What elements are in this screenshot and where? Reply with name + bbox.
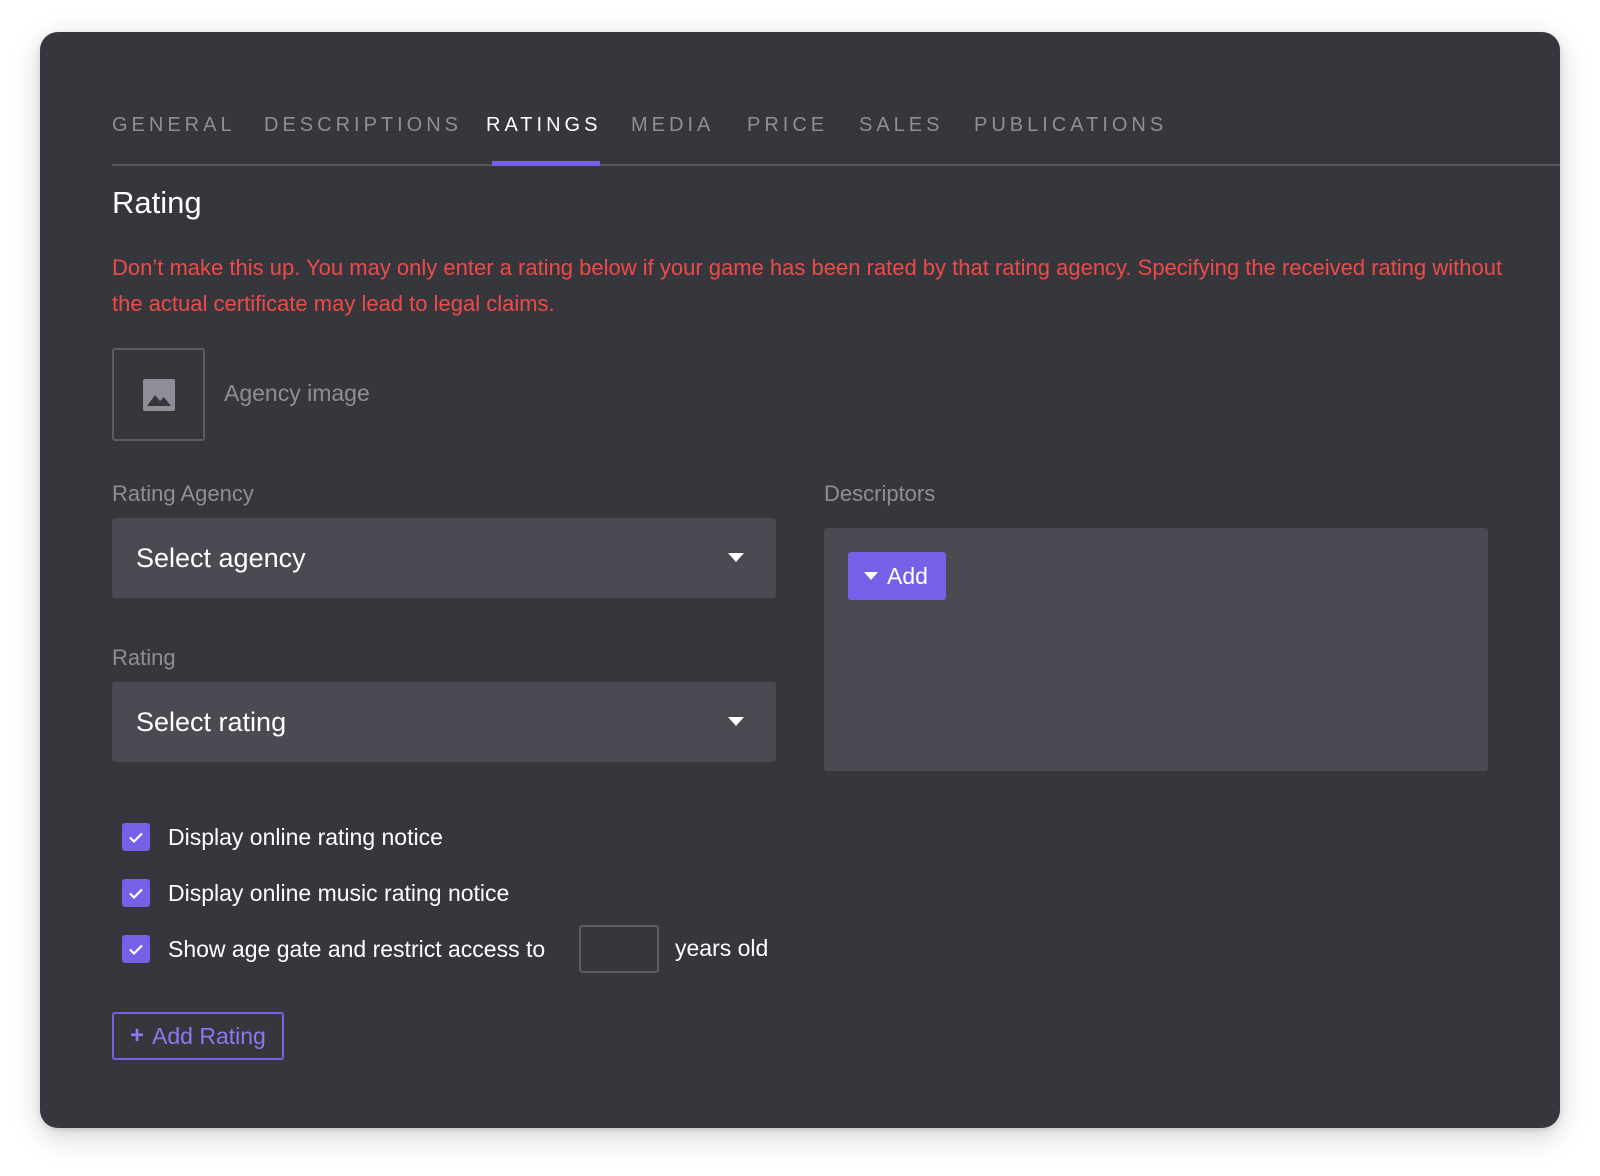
online-music-notice-checkbox[interactable] (122, 879, 150, 907)
rating-value: Select rating (136, 706, 287, 737)
agency-image-label: Agency image (224, 380, 370, 406)
descriptors-label: Descriptors (824, 481, 936, 506)
chevron-down-icon (728, 717, 744, 726)
legal-warning: Don’t make this up. You may only enter a… (112, 255, 1503, 316)
online-music-notice-label: Display online music rating notice (168, 879, 510, 906)
add-descriptor-label: Add (887, 562, 928, 589)
image-placeholder-icon (142, 378, 175, 411)
checkmark-icon (129, 832, 143, 843)
tab-descriptions[interactable]: DESCRIPTIONS (264, 114, 462, 137)
agency-image-upload[interactable] (112, 348, 205, 441)
plus-icon: + (130, 1022, 145, 1049)
rating-agency-value: Select agency (136, 542, 306, 573)
rating-select[interactable]: Select rating (112, 682, 776, 762)
descriptors-box: Add (824, 528, 1488, 771)
rating-agency-select[interactable]: Select agency (112, 518, 776, 598)
ratings-panel: GENERAL DESCRIPTIONS RATINGS MEDIA PRICE… (40, 32, 1560, 1128)
years-old-label: years old (675, 935, 769, 961)
tab-sales[interactable]: SALES (859, 114, 943, 137)
age-gate-checkbox[interactable] (122, 935, 150, 963)
rating-label: Rating (112, 645, 176, 670)
checkmark-icon (129, 888, 143, 899)
section-title: Rating (112, 185, 202, 220)
active-tab-indicator (492, 161, 600, 166)
online-rating-notice-checkbox[interactable] (122, 823, 150, 851)
tab-ratings[interactable]: RATINGS (486, 114, 601, 137)
tab-price[interactable]: PRICE (747, 114, 828, 137)
online-music-notice-row: Display online music rating notice (122, 877, 509, 909)
add-rating-label: Add Rating (152, 1022, 266, 1049)
add-descriptor-button[interactable]: Add (848, 552, 946, 600)
caret-down-icon (864, 572, 878, 580)
tab-publications[interactable]: PUBLICATIONS (974, 114, 1167, 137)
rating-agency-label: Rating Agency (112, 481, 254, 506)
online-rating-notice-row: Display online rating notice (122, 821, 443, 853)
add-rating-button[interactable]: + Add Rating (112, 1012, 284, 1060)
age-gate-input[interactable] (579, 925, 659, 973)
chevron-down-icon (728, 553, 744, 562)
tab-media[interactable]: MEDIA (631, 114, 714, 137)
age-gate-label: Show age gate and restrict access to (168, 935, 546, 962)
checkmark-icon (129, 944, 143, 955)
tab-bar: GENERAL DESCRIPTIONS RATINGS MEDIA PRICE… (112, 80, 1560, 166)
online-rating-notice-label: Display online rating notice (168, 823, 443, 850)
tab-general[interactable]: GENERAL (112, 114, 236, 137)
age-gate-row: Show age gate and restrict access to (122, 933, 545, 965)
